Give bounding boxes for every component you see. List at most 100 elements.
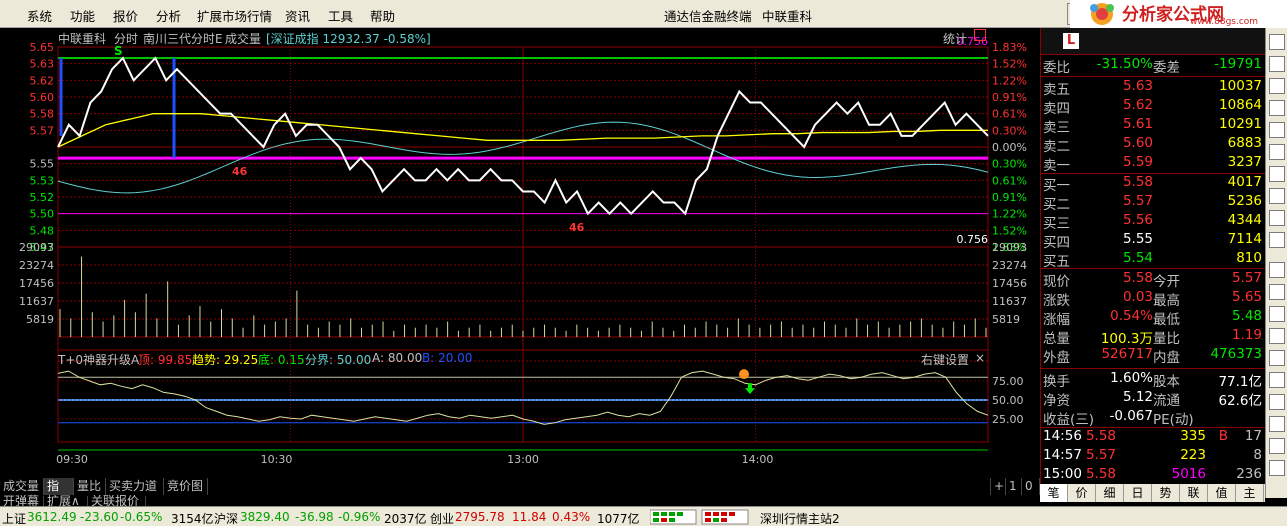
time-axis-label: 10:30 (261, 453, 293, 466)
toolbar-signal-icon[interactable] (1269, 394, 1285, 410)
cy-label: 创业 (430, 512, 455, 526)
quote-panel: L 委比 -31.50% 委差 -19791 卖五 5.63 10037 卖四 5.62… (1040, 28, 1266, 498)
window-title: 通达信金融终端 (664, 9, 752, 24)
indicator-settings[interactable]: 右键设置 (921, 351, 969, 368)
sell-label: 卖二 (1043, 139, 1070, 155)
fund-label: 净资 (1043, 393, 1070, 409)
toolbar-zoom-icon[interactable] (1269, 372, 1285, 388)
qtab-detail[interactable]: 细 (1096, 484, 1124, 502)
buy-volume: 7114 (1227, 231, 1262, 247)
header-volume-label: 成交量 (225, 32, 262, 46)
divider (1041, 368, 1266, 369)
menu-function[interactable]: 功能 (70, 6, 95, 25)
tab-volume[interactable]: 成交量 (0, 478, 44, 495)
buy-volume: 810 (1236, 250, 1262, 266)
sell-volume: 6883 (1227, 135, 1262, 151)
stat-button[interactable]: 统计 (943, 30, 967, 47)
tick-price: 5.57 (1085, 447, 1116, 463)
chart-area[interactable]: 5.65 5.63 5.62 5.60 5.58 5.57 5.55 5.53 5.52 5.50… (0, 28, 1040, 478)
tab-related-quote[interactable]: 关联报价 (88, 495, 146, 507)
toolbar-layout-icon[interactable] (1269, 328, 1285, 344)
tick-time: 14:56 (1043, 428, 1082, 444)
pane-1-button[interactable]: 1 (1006, 478, 1022, 495)
indicator-a: A: 80.00 (372, 351, 423, 365)
menu-extended-market[interactable]: 扩展市场行情 (197, 6, 272, 25)
stat-value: 526717 (1101, 346, 1153, 362)
sell-row: 卖二 5.60 6883 (1041, 135, 1266, 156)
intraday-chart-svg[interactable]: 5.65 5.63 5.62 5.60 5.58 5.57 5.55 5.53 5.52 5.50… (0, 28, 1040, 478)
toolbar-arrow-icon[interactable] (1269, 56, 1285, 72)
qtab-value[interactable]: 值 (1208, 484, 1236, 502)
add-pane-button[interactable]: + (990, 478, 1006, 495)
menu-news[interactable]: 资讯 (285, 6, 310, 25)
cy-amount: 1077亿 (597, 512, 640, 526)
sh-change: -23.60 (80, 510, 119, 524)
sell-label: 卖四 (1043, 101, 1070, 117)
buy-label: 买五 (1043, 254, 1070, 270)
server-name[interactable]: 深圳行情主站2 (760, 510, 840, 526)
buy-price: 5.56 (1122, 212, 1153, 228)
sz-label: 沪深 (214, 512, 239, 526)
volume-axis-label: 5819 (992, 313, 1020, 326)
indicator-close-icon[interactable]: × (975, 351, 985, 365)
qtab-price[interactable]: 价 (1068, 484, 1096, 502)
menu-quote[interactable]: 报价 (113, 6, 138, 25)
sh-amount: 3154亿 (171, 512, 214, 526)
tick-time: 15:00 (1043, 466, 1082, 482)
tick-volume: 5016 (1171, 466, 1206, 482)
stat-value: 100.3万 (1100, 331, 1153, 347)
toolbar-draw-icon[interactable] (1269, 210, 1285, 226)
tab-expand[interactable]: 扩展∧ (44, 495, 88, 507)
toolbar-list-icon[interactable] (1269, 144, 1285, 160)
toolbar-candle-icon[interactable] (1269, 100, 1285, 116)
qtab-day[interactable]: 日 (1124, 484, 1152, 502)
toolbar-chart-icon[interactable] (1269, 78, 1285, 94)
toolbar-bar-icon[interactable] (1269, 122, 1285, 138)
toolbar-wave-icon[interactable] (1269, 284, 1285, 300)
sell-label: 卖一 (1043, 158, 1070, 174)
tab-volume-ratio[interactable]: 量比 (74, 478, 106, 495)
header-index: [深证成指 12932.37 -0.58%] (266, 32, 431, 46)
header-mode: 分时 (114, 32, 139, 46)
pct-axis-label: 1.22% (992, 74, 1027, 87)
toolbar-news-icon[interactable] (1269, 232, 1285, 248)
qtab-main[interactable]: 主 (1236, 484, 1264, 502)
tab-danmaku[interactable]: 开弹幕 (0, 495, 44, 507)
volume-axis-label: 17456 (992, 277, 1027, 290)
qtab-trades[interactable]: 笔 (1040, 484, 1068, 502)
tab-auction-chart[interactable]: 竞价图 (164, 478, 208, 495)
volume-axis-label: 5819 (26, 313, 54, 326)
sh-label: 上证 (2, 512, 27, 526)
qtab-trend[interactable]: 势 (1152, 484, 1180, 502)
stat-label-2: 最高 (1153, 293, 1180, 309)
menu-tools[interactable]: 工具 (328, 6, 353, 25)
tick-flag: B (1218, 428, 1228, 444)
stat-label: 总量 (1043, 331, 1070, 347)
buy-volume: 4344 (1227, 212, 1262, 228)
toolbar-grid-icon[interactable] (1269, 166, 1285, 182)
watermark-logo: 分析家公式网 www.88gs.com (1070, 0, 1287, 28)
pct-axis-label: 0.61% (992, 108, 1027, 121)
menu-analysis[interactable]: 分析 (156, 6, 181, 25)
menu-system[interactable]: 系统 (27, 6, 52, 25)
toolbar-compare-icon[interactable] (1269, 306, 1285, 322)
toolbar-pen-icon[interactable] (1269, 350, 1285, 366)
tab-buy-sell-force[interactable]: 买卖力道 (106, 478, 164, 495)
sz-change: -36.98 (295, 510, 334, 524)
toolbar-line-icon[interactable] (1269, 262, 1285, 278)
price-axis-label: 5.63 (30, 58, 55, 71)
pct-axis-label: 0.00% (992, 141, 1027, 154)
pct-axis-label: 0.91% (992, 191, 1027, 204)
qtab-linked[interactable]: 联 (1180, 484, 1208, 502)
toolbar-scroll-icon[interactable] (1269, 460, 1285, 476)
menu-help[interactable]: 帮助 (370, 6, 395, 25)
toolbar-search-icon[interactable] (1269, 188, 1285, 204)
toolbar-minus-icon[interactable] (1269, 34, 1285, 50)
toolbar-down-icon[interactable] (1269, 438, 1285, 454)
tab-indicator[interactable]: 指标 (44, 478, 74, 510)
toolbar-up-icon[interactable] (1269, 416, 1285, 432)
maximize-icon[interactable] (974, 29, 986, 41)
time-axis-label: 13:00 (507, 453, 539, 466)
indicator-name: T+0神器升级A (58, 353, 140, 367)
pane-0-button[interactable]: 0 (1022, 478, 1040, 495)
